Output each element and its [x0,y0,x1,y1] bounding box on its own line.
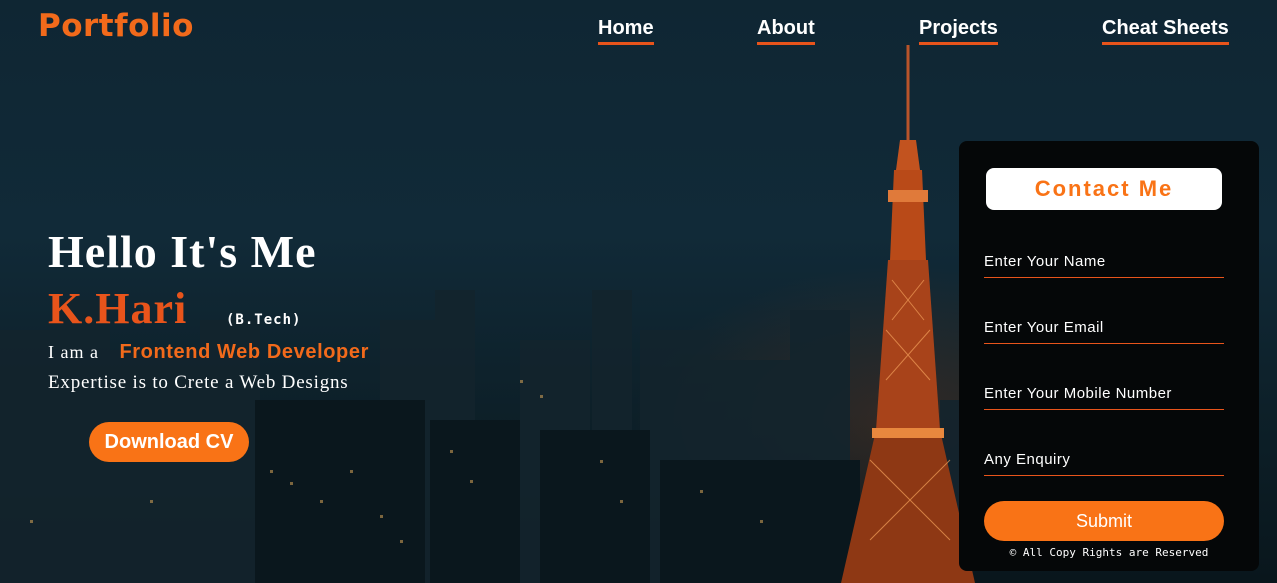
contact-title: Contact Me [986,168,1222,210]
nav-link-projects[interactable]: Projects [919,16,998,45]
submit-button[interactable]: Submit [984,501,1224,541]
copyright-text: © All Copy Rights are Reserved [1009,546,1209,559]
hero-name: K.Hari [48,284,188,333]
hero-degree: (B.Tech) [226,312,302,328]
nav-link-about[interactable]: About [757,16,815,45]
enquiry-field[interactable] [984,450,1224,476]
mobile-field[interactable] [984,384,1224,410]
contact-panel: Contact Me Submit © All Copy Rights are … [959,141,1259,571]
nav-link-home[interactable]: Home [598,16,654,45]
main-nav: Home About Projects Cheat Sheets [0,16,1277,46]
nav-link-cheat-sheets[interactable]: Cheat Sheets [1102,16,1229,45]
hero-role: Frontend Web Developer [119,341,369,363]
hero-iam-text: I am a [48,342,99,362]
hero-role-line: I am a Frontend Web Developer [48,341,369,364]
email-field[interactable] [984,318,1224,344]
hero-greeting: Hello It's Me [48,226,317,277]
name-field[interactable] [984,252,1224,278]
download-cv-button[interactable]: Download CV [89,422,249,462]
hero-expertise: Expertise is to Crete a Web Designs [48,372,349,393]
